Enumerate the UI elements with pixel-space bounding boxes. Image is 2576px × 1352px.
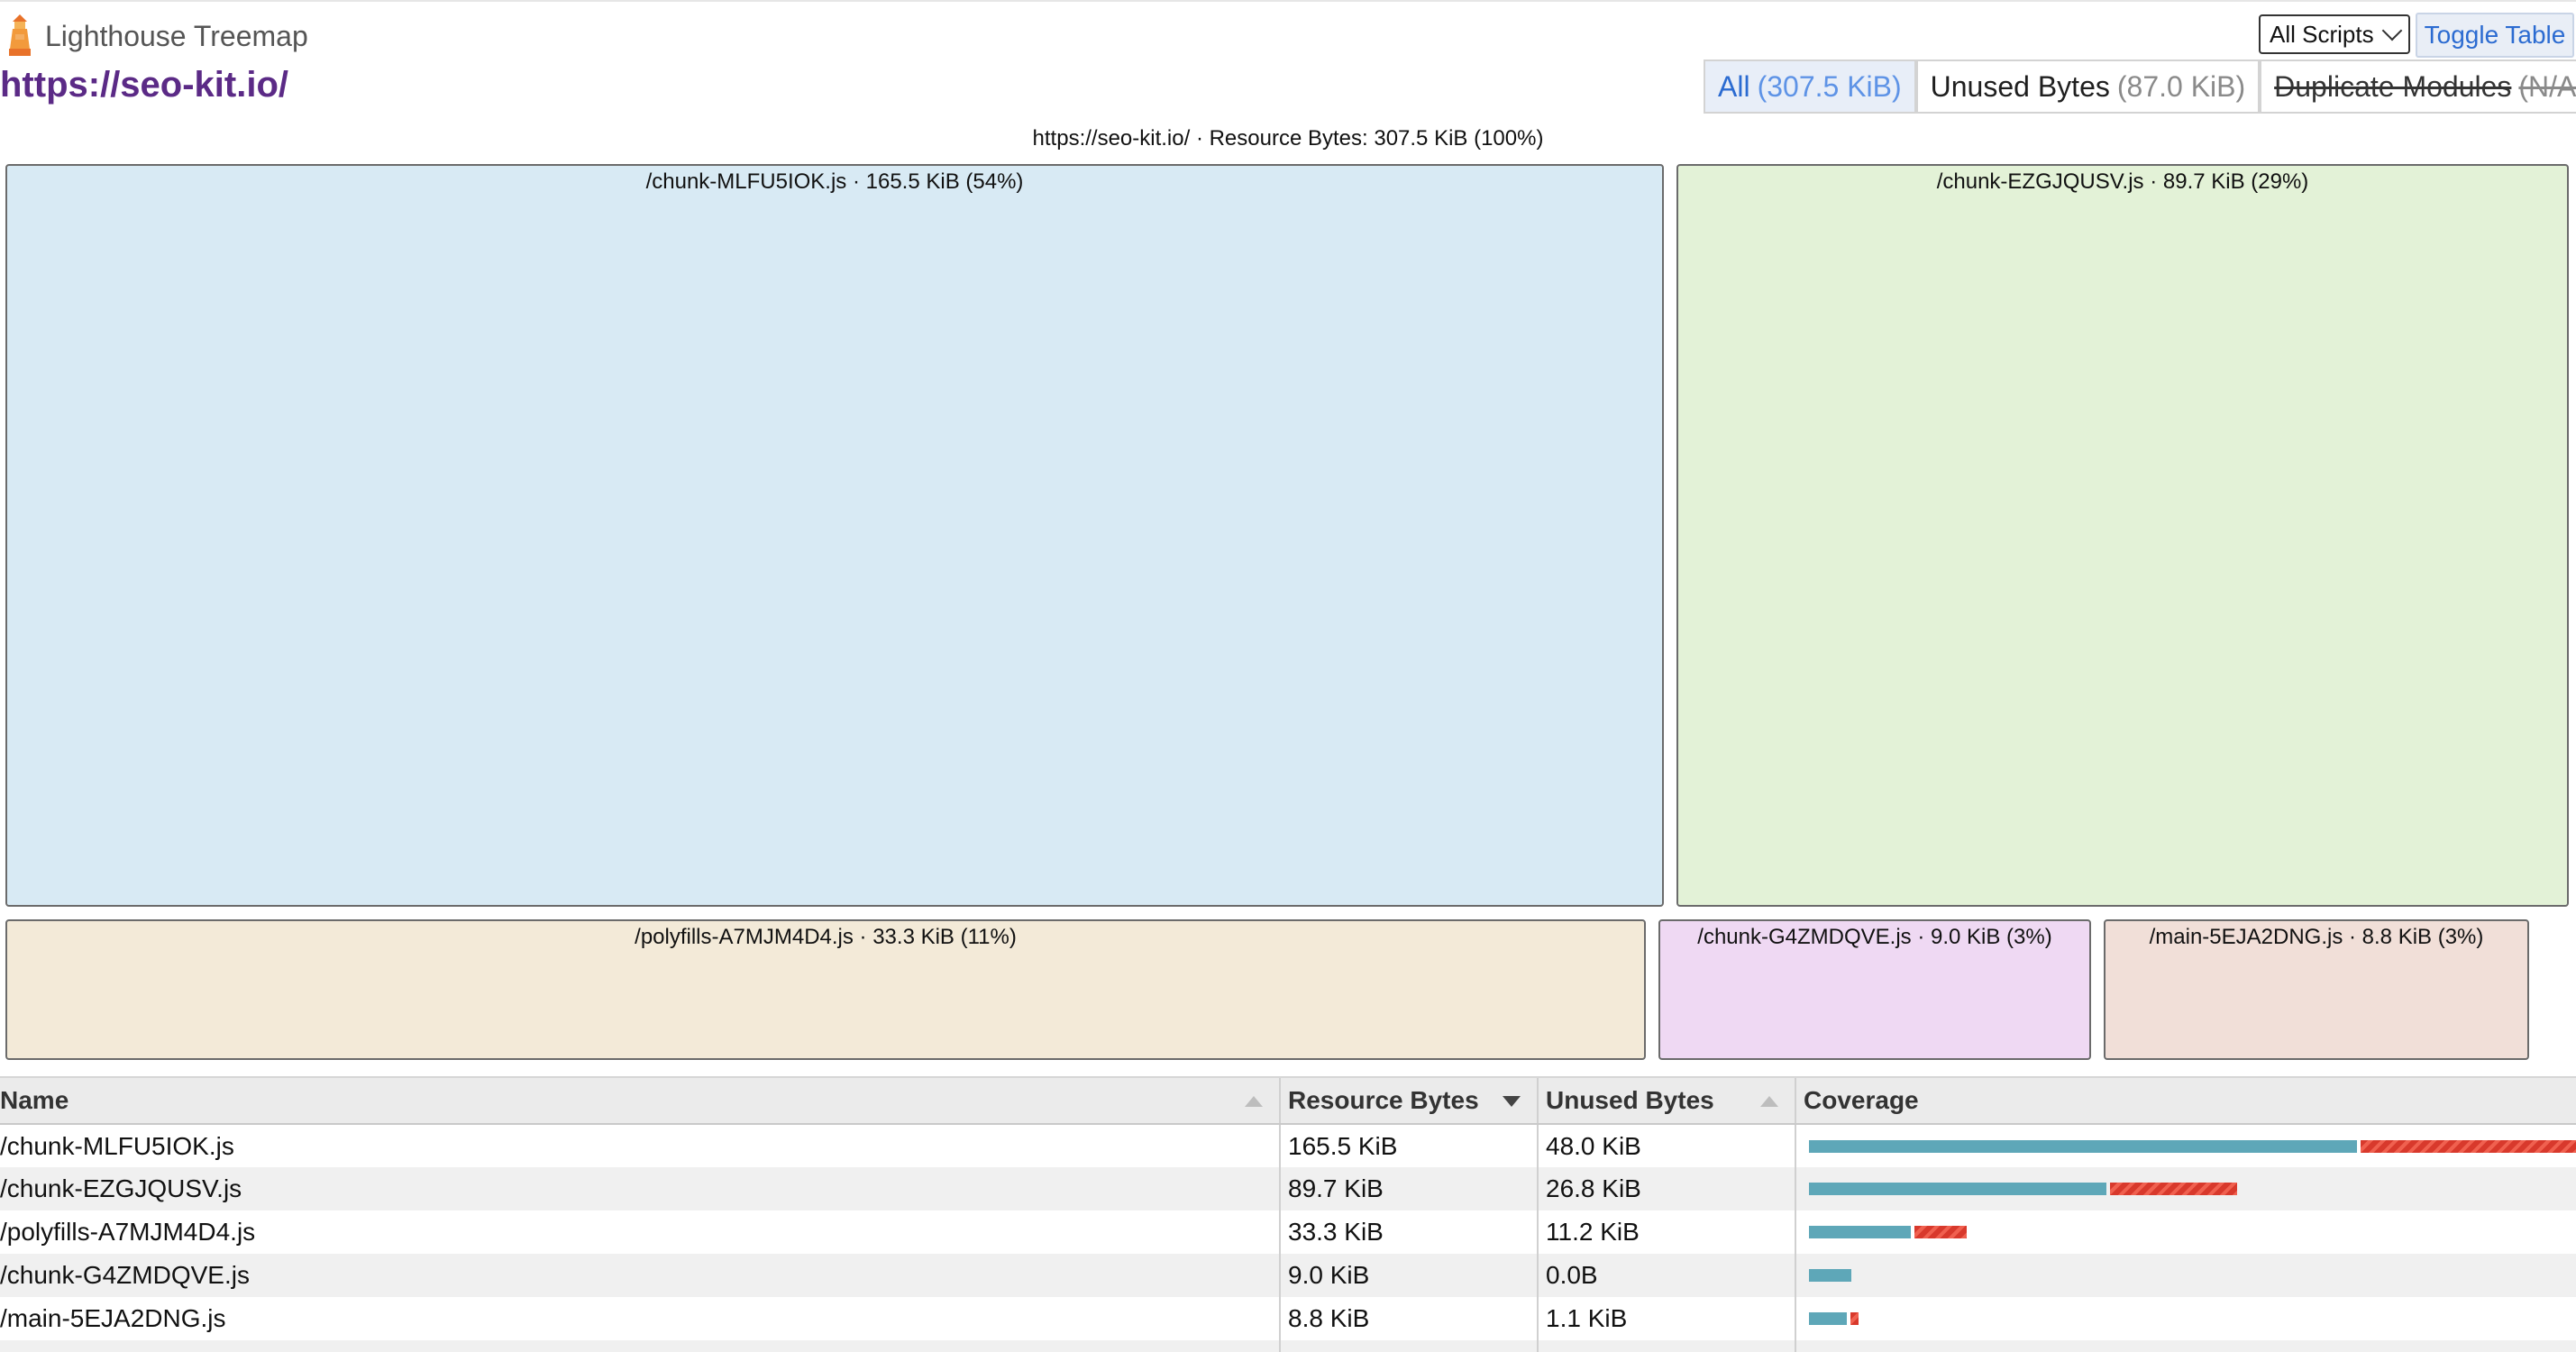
row-coverage [1795, 1210, 2576, 1254]
coverage-bar [1804, 1139, 2576, 1153]
sort-down-icon [1503, 1096, 1521, 1107]
row-coverage [1795, 1124, 2576, 1167]
coverage-unused-segment [2109, 1183, 2237, 1195]
mode-label: Duplicate Modules [2274, 69, 2512, 103]
app-brand: Lighthouse Treemap [4, 14, 308, 58]
sort-up-icon [1245, 1096, 1263, 1107]
treemap-node-label: /chunk-G4ZMDQVE.js · 9.0 KiB (3%) [1697, 925, 2052, 949]
coverage-unused-segment [2360, 1139, 2576, 1153]
column-label: Unused Bytes [1546, 1086, 1714, 1114]
treemap-node-label: /polyfills-A7MJM4D4.js · 33.3 KiB (11%) [635, 925, 1017, 949]
script-filter-select[interactable]: All Scripts [2259, 14, 2410, 54]
table-row[interactable]: /chunk-G4ZMDQVE.js 9.0 KiB 0.0B [0, 1254, 2576, 1297]
mode-value: (307.5 KiB) [1757, 69, 1902, 103]
table-row[interactable]: /chunk-EZGJQUSV.js 89.7 KiB 26.8 KiB [0, 1167, 2576, 1210]
column-header-name[interactable]: Name [0, 1076, 1280, 1125]
row-resource-bytes: 8.8 KiB [1279, 1297, 1538, 1340]
row-name: /polyfills-A7MJM4D4.js [0, 1218, 256, 1246]
table-header-row: Name Resource Bytes Unused Bytes Coverag… [0, 1076, 2576, 1125]
row-resource-bytes: 9.0 KiB [1279, 1254, 1538, 1297]
column-header-unused-bytes[interactable]: Unused Bytes [1537, 1076, 1795, 1125]
treemap-node[interactable]: /main-5EJA2DNG.js · 8.8 KiB (3%) [2104, 919, 2529, 1060]
coverage-used-segment [1809, 1139, 2357, 1153]
row-coverage [1795, 1297, 2576, 1340]
mode-duplicate-modules-button[interactable]: Duplicate Modules (N/A) [2260, 59, 2576, 114]
treemap-node[interactable]: /polyfills-A7MJM4D4.js · 33.3 KiB (11%) [5, 919, 1646, 1060]
mode-value: (N/A) [2518, 69, 2576, 103]
coverage-bar [1804, 1183, 2569, 1195]
row-coverage [1795, 1167, 2576, 1210]
app-title: Lighthouse Treemap [45, 19, 308, 52]
mode-all-button[interactable]: All (307.5 KiB) [1704, 59, 1916, 114]
row-resource-bytes: 165.5 KiB [1279, 1124, 1538, 1167]
mode-value: (87.0 KiB) [2116, 69, 2246, 103]
bundle-table: Name Resource Bytes Unused Bytes Coverag… [0, 1076, 2576, 1352]
page-url: https://seo-kit.io/ [0, 65, 288, 105]
table-row[interactable]: /polyfills-A7MJM4D4.js 33.3 KiB 11.2 KiB [0, 1210, 2576, 1254]
column-label: Name [0, 1086, 69, 1114]
treemap-node[interactable]: /chunk-MLFU5IOK.js · 165.5 KiB (54%) [5, 164, 1664, 907]
row-unused-bytes: 48.0 KiB [1537, 1124, 1795, 1167]
sort-up-icon [1760, 1096, 1778, 1107]
script-filter-value: All Scripts [2270, 20, 2374, 48]
top-border [0, 0, 2576, 2]
column-label: Coverage [1804, 1086, 1919, 1114]
coverage-used-segment [1809, 1183, 2106, 1195]
coverage-bar [1804, 1226, 2569, 1238]
row-name: /main-5EJA2DNG.js [0, 1304, 226, 1332]
coverage-used-segment [1809, 1312, 1848, 1325]
row-name: /chunk-MLFU5IOK.js [0, 1131, 234, 1160]
view-mode-tabs: All (307.5 KiB) Unused Bytes (87.0 KiB) … [1704, 59, 2576, 114]
chevron-down-icon [2381, 20, 2403, 41]
mode-label: All [1718, 69, 1750, 103]
treemap-root-label: https://seo-kit.io/ · Resource Bytes: 30… [1032, 126, 1544, 151]
column-header-resource-bytes[interactable]: Resource Bytes [1279, 1076, 1538, 1125]
treemap-node[interactable]: /chunk-G4ZMDQVE.js · 9.0 KiB (3%) [1658, 919, 2091, 1060]
row-unused-bytes: 26.8 KiB [1537, 1167, 1795, 1210]
coverage-used-segment [1809, 1226, 1911, 1238]
treemap-node[interactable]: /chunk-EZGJQUSV.js · 89.7 KiB (29%) [1676, 164, 2569, 907]
column-header-coverage[interactable]: Coverage [1795, 1076, 2576, 1125]
coverage-bar [1804, 1312, 2569, 1325]
treemap-node-label: /chunk-MLFU5IOK.js · 165.5 KiB (54%) [645, 169, 1024, 194]
toggle-table-button[interactable]: Toggle Table [2416, 13, 2574, 58]
coverage-unused-segment [1914, 1226, 1968, 1238]
lighthouse-icon [9, 14, 31, 56]
table-row-empty [0, 1340, 2576, 1352]
row-unused-bytes: 11.2 KiB [1537, 1210, 1795, 1254]
row-name: /chunk-EZGJQUSV.js [0, 1167, 1280, 1210]
treemap-node-label: /main-5EJA2DNG.js · 8.8 KiB (3%) [2149, 925, 2484, 949]
mode-unused-bytes-button[interactable]: Unused Bytes (87.0 KiB) [1915, 59, 2261, 114]
row-unused-bytes: 1.1 KiB [1537, 1297, 1795, 1340]
coverage-used-segment [1809, 1269, 1852, 1282]
table-row[interactable]: /chunk-MLFU5IOK.js 165.5 KiB 48.0 KiB [0, 1124, 2576, 1167]
row-name: /chunk-G4ZMDQVE.js [0, 1254, 1280, 1297]
mode-label: Unused Bytes [1930, 69, 2110, 103]
coverage-unused-segment [1850, 1312, 1859, 1325]
row-resource-bytes: 33.3 KiB [1279, 1210, 1538, 1254]
coverage-bar [1804, 1269, 2569, 1282]
row-resource-bytes: 89.7 KiB [1279, 1167, 1538, 1210]
treemap-node-label: /chunk-EZGJQUSV.js · 89.7 KiB (29%) [1936, 169, 2309, 194]
column-label: Resource Bytes [1288, 1086, 1479, 1114]
row-unused-bytes: 0.0B [1537, 1254, 1795, 1297]
table-row[interactable]: /main-5EJA2DNG.js 8.8 KiB 1.1 KiB [0, 1297, 2576, 1340]
row-coverage [1795, 1254, 2576, 1297]
